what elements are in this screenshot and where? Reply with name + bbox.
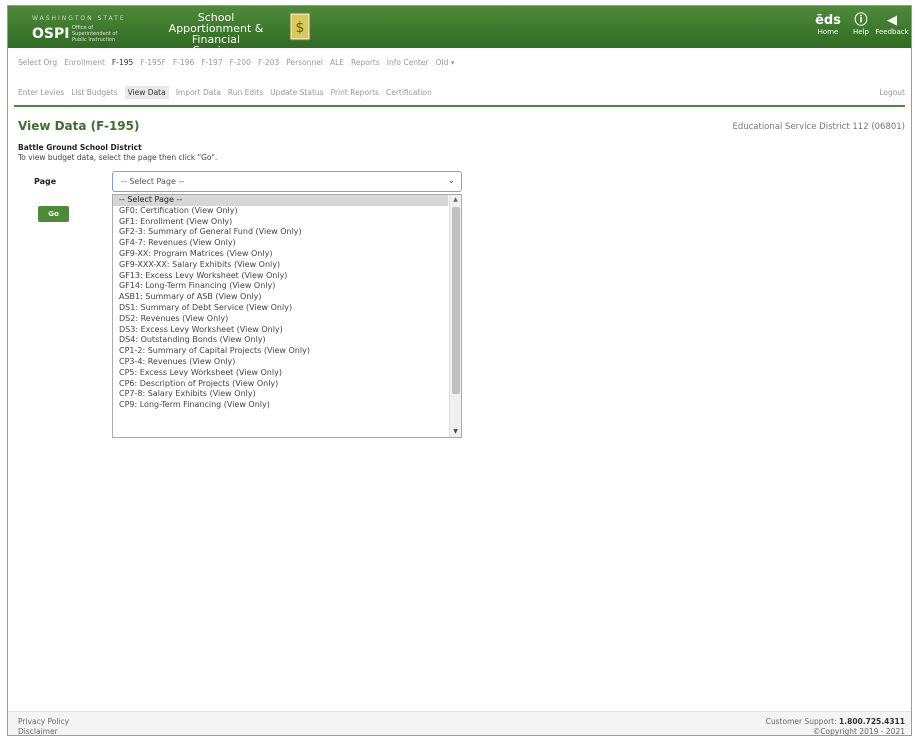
logo-tagline: WASHINGTON STATE bbox=[32, 15, 126, 22]
nav-item[interactable]: Enrollment bbox=[64, 58, 105, 67]
nav-divider bbox=[14, 105, 905, 107]
copyright-text: ©Copyright 2019 - 2021 bbox=[812, 727, 905, 736]
dropdown-option[interactable]: GF9-XX: Program Matrices (View Only) bbox=[113, 249, 448, 260]
chevron-down-icon: ⌄ bbox=[447, 176, 455, 186]
subnav-item[interactable]: Run Edits bbox=[228, 88, 263, 97]
ospi-logo[interactable]: WASHINGTON STATE OSPI Office of Superint… bbox=[20, 14, 140, 43]
support-label: Customer Support: bbox=[765, 717, 837, 726]
nav-item[interactable]: F-197 bbox=[201, 58, 222, 67]
dropdown-option[interactable]: GF4-7: Revenues (View Only) bbox=[113, 238, 448, 249]
support-phone: 1.800.725.4311 bbox=[839, 717, 905, 726]
disclaimer-link[interactable]: Disclaimer bbox=[18, 727, 69, 737]
logo-wordmark: OSPI bbox=[32, 26, 70, 42]
subnav-item[interactable]: Print Reports bbox=[331, 88, 379, 97]
dropdown-option[interactable]: DS4: Outstanding Bonds (View Only) bbox=[113, 335, 448, 346]
go-button[interactable]: Go bbox=[38, 206, 69, 222]
dropdown-option[interactable]: GF13: Excess Levy Worksheet (View Only) bbox=[113, 271, 448, 282]
nav-item[interactable]: F-195F bbox=[140, 58, 166, 67]
app-title: School Apportionment & Financial Service… bbox=[150, 12, 282, 56]
eds-icon: ēds bbox=[815, 13, 841, 28]
app-title-line2: Apportionment & Financial bbox=[168, 22, 264, 46]
help-button[interactable]: ⓘ Help bbox=[844, 13, 878, 36]
feedback-label: Feedback bbox=[875, 28, 909, 36]
logo-subtext: Office of Superintendent of Public Instr… bbox=[72, 25, 118, 43]
nav-item[interactable]: Reports bbox=[351, 58, 380, 67]
instructions-text: To view budget data, select the page the… bbox=[18, 153, 218, 162]
dropdown-option[interactable]: GF0: Certification (View Only) bbox=[113, 206, 448, 217]
dropdown-options: -- Select Page -- GF0: Certification (Vie… bbox=[113, 195, 461, 411]
dropdown-option[interactable]: ASB1: Summary of ASB (View Only) bbox=[113, 292, 448, 303]
dropdown-option[interactable]: -- Select Page -- bbox=[113, 195, 448, 206]
page-select[interactable]: -- Select Page -- ⌄ bbox=[112, 171, 462, 192]
nav-item[interactable]: F-196 bbox=[173, 58, 194, 67]
dropdown-option[interactable]: DS3: Excess Levy Worksheet (View Only) bbox=[113, 325, 448, 336]
nav-item[interactable]: F-200 bbox=[230, 58, 251, 67]
help-label: Help bbox=[853, 28, 869, 36]
dropdown-option[interactable]: CP9: Long-Term Financing (View Only) bbox=[113, 400, 448, 411]
footer-support: Customer Support: 1.800.725.4311 ©Copyri… bbox=[766, 717, 905, 737]
nav-item[interactable]: Select Org bbox=[18, 58, 57, 67]
page-title: View Data (F-195) bbox=[18, 119, 140, 133]
dropdown-option[interactable]: CP1-2: Summary of Capital Projects (View… bbox=[113, 346, 448, 357]
nav-item[interactable]: Personnel bbox=[286, 58, 323, 67]
subnav-item[interactable]: Import Data bbox=[176, 88, 221, 97]
nav-item[interactable]: F-195 bbox=[112, 58, 133, 67]
help-icon: ⓘ bbox=[854, 13, 868, 28]
page-field-label: Page bbox=[34, 177, 57, 186]
logout-link[interactable]: Logout bbox=[879, 88, 905, 97]
footer-links: Privacy Policy Disclaimer bbox=[18, 717, 69, 737]
org-name: Educational Service District 112 (06801) bbox=[732, 122, 905, 132]
primary-nav: Select Org Enrollment F-195 F-195F F-196 F-19… bbox=[18, 58, 462, 67]
scroll-down-icon[interactable]: ▼ bbox=[450, 427, 461, 437]
home-button[interactable]: ēds Home bbox=[811, 13, 845, 36]
nav-item[interactable]: Info Center bbox=[387, 58, 429, 67]
home-label: Home bbox=[817, 28, 839, 36]
dropdown-scrollbar[interactable]: ▲ ▼ bbox=[449, 195, 461, 437]
subnav-item[interactable]: List Budgets bbox=[71, 88, 117, 97]
dropdown-option[interactable]: GF9-XXX-XX: Salary Exhibits (View Only) bbox=[113, 260, 448, 271]
subnav-item[interactable]: Update Status bbox=[270, 88, 323, 97]
nav-item[interactable]: F-203 bbox=[258, 58, 279, 67]
subnav-item[interactable]: View Data bbox=[124, 86, 169, 99]
secondary-nav: Enter Levies List Budgets View Data Import … bbox=[18, 86, 439, 99]
scroll-up-icon[interactable]: ▲ bbox=[450, 195, 461, 205]
privacy-policy-link[interactable]: Privacy Policy bbox=[18, 717, 69, 727]
subnav-item[interactable]: Certification bbox=[386, 88, 432, 97]
dropdown-option[interactable]: DS1: Summary of Debt Service (View Only) bbox=[113, 303, 448, 314]
scrollbar-thumb[interactable] bbox=[452, 207, 460, 394]
district-name: Battle Ground School District bbox=[18, 143, 142, 152]
dropdown-option[interactable]: DS2: Revenues (View Only) bbox=[113, 314, 448, 325]
svg-text:$: $ bbox=[296, 20, 305, 36]
dropdown-option[interactable]: GF1: Enrollment (View Only) bbox=[113, 217, 448, 228]
app-title-line3: Services bbox=[192, 44, 240, 57]
feedback-button[interactable]: ◀ Feedback bbox=[875, 13, 909, 36]
dropdown-option[interactable]: CP6: Description of Projects (View Only) bbox=[113, 379, 448, 390]
app-frame: WASHINGTON STATE OSPI Office of Superint… bbox=[7, 5, 912, 736]
header-bar: WASHINGTON STATE OSPI Office of Superint… bbox=[8, 6, 911, 56]
page-dropdown-list[interactable]: -- Select Page -- GF0: Certification (Vie… bbox=[112, 194, 462, 438]
dropdown-option[interactable]: CP3-4: Revenues (View Only) bbox=[113, 357, 448, 368]
footer: Privacy Policy Disclaimer Customer Suppo… bbox=[8, 711, 911, 737]
dropdown-option[interactable]: GF2-3: Summary of General Fund (View Onl… bbox=[113, 227, 448, 238]
dropdown-option[interactable]: GF14: Long-Term Financing (View Only) bbox=[113, 281, 448, 292]
megaphone-icon: ◀ bbox=[887, 13, 897, 28]
subnav-item[interactable]: Enter Levies bbox=[18, 88, 64, 97]
page-select-value: -- Select Page -- bbox=[121, 177, 185, 186]
dropdown-option[interactable]: CP7-8: Salary Exhibits (View Only) bbox=[113, 389, 448, 400]
document-icon: $ bbox=[289, 12, 311, 41]
nav-item[interactable]: ALE bbox=[330, 58, 344, 67]
dropdown-option[interactable]: CP5: Excess Levy Worksheet (View Only) bbox=[113, 368, 448, 379]
nav-item[interactable]: Old ▾ bbox=[436, 58, 455, 67]
support-line: Customer Support: 1.800.725.4311 bbox=[766, 717, 905, 727]
